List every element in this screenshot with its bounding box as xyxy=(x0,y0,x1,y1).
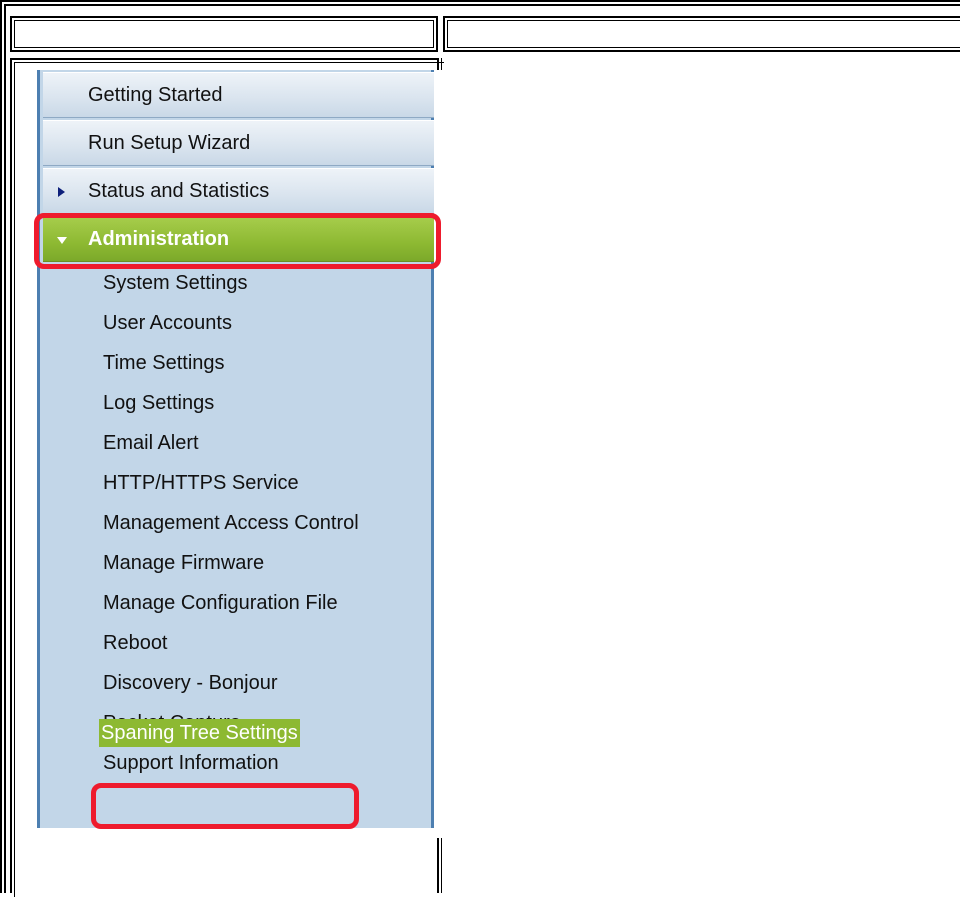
nav-item-run-setup-wizard[interactable]: Run Setup Wizard xyxy=(43,120,434,166)
sidebar-nav: Getting Started Run Setup Wizard Status … xyxy=(37,70,434,828)
column-divider xyxy=(437,58,439,70)
header-cell-right xyxy=(443,16,960,52)
sub-item-log-settings[interactable]: Log Settings xyxy=(103,390,214,416)
sub-item-http-https-service[interactable]: HTTP/HTTPS Service xyxy=(103,470,299,496)
nav-item-label: Run Setup Wizard xyxy=(88,132,251,154)
nav-item-label: Status and Statistics xyxy=(88,180,270,202)
collapsed-arrow-icon xyxy=(58,187,65,197)
header-cell-left xyxy=(10,16,438,52)
sub-item-user-accounts[interactable]: User Accounts xyxy=(103,310,232,336)
sub-item-time-settings[interactable]: Time Settings xyxy=(103,350,225,376)
sub-item-manage-configuration-file[interactable]: Manage Configuration File xyxy=(103,590,338,616)
sub-item-support-information[interactable]: Support Information xyxy=(103,750,279,776)
column-divider xyxy=(441,58,442,70)
highlight-box-spaning-tree-settings xyxy=(91,783,359,829)
column-divider xyxy=(437,838,439,893)
nav-item-getting-started[interactable]: Getting Started xyxy=(43,72,434,118)
column-divider xyxy=(441,838,442,893)
sub-item-manage-firmware[interactable]: Manage Firmware xyxy=(103,550,264,576)
nav-item-label: Getting Started xyxy=(88,84,223,106)
sub-item-discovery-bonjour[interactable]: Discovery - Bonjour xyxy=(103,670,278,696)
sub-item-system-settings[interactable]: System Settings xyxy=(103,270,248,296)
sub-item-email-alert[interactable]: Email Alert xyxy=(103,430,199,456)
sub-item-spaning-tree-settings[interactable]: Spaning Tree Settings xyxy=(99,719,300,747)
sub-item-management-access-control[interactable]: Management Access Control xyxy=(103,510,359,536)
frame-line xyxy=(4,4,960,6)
highlight-box-administration xyxy=(34,213,441,269)
sub-item-reboot[interactable]: Reboot xyxy=(103,630,168,656)
nav-item-status-and-statistics[interactable]: Status and Statistics xyxy=(43,168,434,214)
frame-line xyxy=(4,4,6,893)
